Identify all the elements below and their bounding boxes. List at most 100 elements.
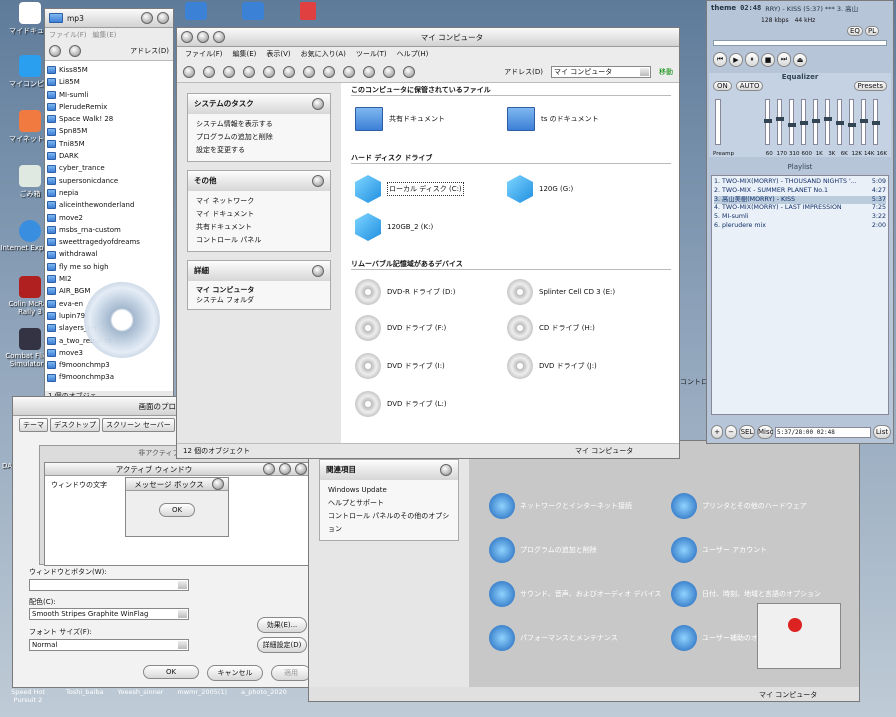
eject-button[interactable]: ⏏ (793, 52, 807, 67)
playlist-item[interactable]: 6. plerudere mix 2:00 (714, 222, 886, 231)
list-item[interactable]: aliceinthewonderland (47, 199, 171, 211)
playlist-item[interactable]: 1. TWO-MIX(MORRY) - THOUSAND NIGHTS '...… (714, 178, 886, 187)
eq-band-slider[interactable] (848, 99, 856, 145)
application-icon[interactable] (300, 2, 316, 20)
up-icon[interactable] (223, 65, 235, 78)
removable-drive[interactable]: CD ドライブ (H:) (507, 315, 595, 341)
related-windows-update[interactable]: Windows Update (328, 484, 450, 497)
related-help[interactable]: ヘルプとサポート (328, 497, 450, 510)
list-item[interactable]: MI-sumli (47, 89, 171, 101)
next-button[interactable]: ⏭ (777, 52, 791, 67)
window-buttons-select[interactable] (29, 579, 189, 591)
list-item[interactable]: Spn85M (47, 125, 171, 137)
forward-icon[interactable] (69, 44, 81, 57)
control-category[interactable]: ユーザー アカウント (671, 537, 847, 563)
back-icon[interactable] (183, 65, 195, 78)
seek-bar[interactable] (713, 40, 887, 46)
list-item[interactable]: cyber_trance (47, 162, 171, 174)
removable-drive[interactable]: Splinter Cell CD 3 (E:) (507, 279, 615, 305)
place-shared[interactable]: 共有ドキュメント (196, 221, 322, 234)
eq-band-slider[interactable] (812, 99, 820, 145)
playlist-item[interactable]: 3. 高山美樹(MORRY) - KISS 5:37 (714, 195, 886, 205)
list-item[interactable]: Space Walk! 28 (47, 113, 171, 125)
control-category[interactable]: プリンタとその他のハードウェア (671, 493, 847, 519)
tab-desktop[interactable]: デスクトップ (50, 418, 100, 432)
copy-icon[interactable] (303, 65, 315, 78)
pl-misc-button[interactable]: Misc (757, 425, 773, 439)
folders-icon[interactable] (263, 65, 275, 78)
history-icon[interactable] (283, 65, 295, 78)
desktop-icon-label[interactable]: Toshi_baiba (66, 688, 103, 696)
removable-drive[interactable]: DVD ドライブ (L:) (355, 391, 447, 417)
tab-screensaver[interactable]: スクリーン セーバー (102, 418, 175, 432)
control-category[interactable]: ネットワークとインターネット接続 (489, 493, 665, 519)
list-item[interactable]: Kiss85M (47, 64, 171, 76)
undo-icon[interactable] (383, 65, 395, 78)
desktop-icon-label[interactable]: mwmr_2005(1) (177, 688, 227, 696)
eq-presets-button[interactable]: Presets (853, 81, 887, 91)
place-network[interactable]: マイ ネットワーク (196, 195, 322, 208)
apply-button[interactable]: 適用 (271, 665, 309, 681)
list-item[interactable]: DARK (47, 150, 171, 162)
control-category[interactable]: パフォーマンスとメンテナンス (489, 625, 665, 651)
menu-item[interactable]: ツール(T) (356, 49, 387, 59)
folder-icon[interactable] (242, 2, 264, 20)
list-item[interactable]: fly me so high (47, 261, 171, 273)
eq-toggle-button[interactable]: EQ (847, 26, 863, 36)
desktop-icon-label[interactable]: Yoeesh_sinner (117, 688, 163, 696)
recording-control-widget[interactable] (757, 603, 841, 669)
control-category[interactable]: プログラムの追加と削除 (489, 537, 665, 563)
task-system-info[interactable]: システム情報を表示する (196, 118, 322, 131)
cut-icon[interactable] (323, 65, 335, 78)
menu-item[interactable]: 編集(E) (233, 49, 257, 59)
list-item[interactable]: sweettragedyofdreams (47, 236, 171, 248)
control-category[interactable]: サウンド、音声、およびオーディオ デバイス (489, 581, 665, 607)
advanced-button[interactable]: 詳細設定(D) (257, 637, 307, 653)
drive-c[interactable]: ローカル ディスク (C:) (355, 175, 464, 203)
item-shared-docs[interactable]: 共有ドキュメント (355, 107, 445, 131)
removable-drive[interactable]: DVD ドライブ (J:) (507, 353, 597, 379)
delete-icon[interactable] (363, 65, 375, 78)
eq-on-button[interactable]: ON (713, 81, 732, 91)
preamp-slider[interactable] (715, 99, 721, 145)
color-scheme-select[interactable]: Smooth Stripes Graphite WinFlag (29, 608, 189, 620)
go-button[interactable]: 移動 (659, 67, 673, 77)
forward-icon[interactable] (203, 65, 215, 78)
list-item[interactable]: nepia (47, 187, 171, 199)
menu-item[interactable]: ヘルプ(H) (397, 49, 429, 59)
address-bar[interactable]: マイ コンピュータ (551, 65, 651, 78)
pl-remove-button[interactable]: − (725, 425, 737, 439)
drive-k[interactable]: 120GB_2 (K:) (355, 213, 433, 241)
views-icon[interactable] (403, 65, 415, 78)
removable-drive[interactable]: DVD-R ドライブ (D:) (355, 279, 456, 305)
itunes-icon[interactable] (84, 282, 160, 358)
eq-band-slider[interactable] (788, 99, 796, 145)
removable-drive[interactable]: DVD ドライブ (I:) (355, 353, 445, 379)
eq-band-slider[interactable] (776, 99, 784, 145)
list-item[interactable]: msbs_rna-custom (47, 224, 171, 236)
playlist-item[interactable]: 4. TWO-MIX(MORRY) - LAST IMPRESSION 7:25 (714, 204, 886, 213)
play-button[interactable]: ▶ (729, 52, 743, 67)
place-documents[interactable]: マイ ドキュメント (196, 208, 322, 221)
stop-button[interactable]: ■ (761, 52, 775, 67)
close-button[interactable] (157, 12, 169, 24)
list-item[interactable]: f9moonchmp3a (47, 371, 171, 383)
list-item[interactable]: supersonicdance (47, 175, 171, 187)
playlist-item[interactable]: 2. TWO-MIX - SUMMER PLANET No.1 4:27 (714, 187, 886, 196)
minimize-button[interactable] (141, 12, 153, 24)
list-item[interactable]: Li85M (47, 76, 171, 88)
eq-band-slider[interactable] (800, 99, 808, 145)
menu-item[interactable]: 表示(V) (266, 49, 290, 59)
drive-g[interactable]: 120G (G:) (507, 175, 573, 203)
back-icon[interactable] (49, 44, 61, 57)
effects-button[interactable]: 効果(E)... (257, 617, 307, 633)
list-item[interactable]: Tni85M (47, 138, 171, 150)
eq-band-slider[interactable] (836, 99, 844, 145)
pl-list-button[interactable]: List (873, 425, 891, 439)
folder-icon[interactable] (185, 2, 207, 20)
prev-button[interactable]: ⏮ (713, 52, 727, 67)
font-size-select[interactable]: Normal (29, 639, 189, 651)
eq-band-slider[interactable] (872, 99, 880, 145)
eq-auto-button[interactable]: AUTO (735, 81, 764, 91)
place-control-panel[interactable]: コントロール パネル (196, 234, 322, 247)
